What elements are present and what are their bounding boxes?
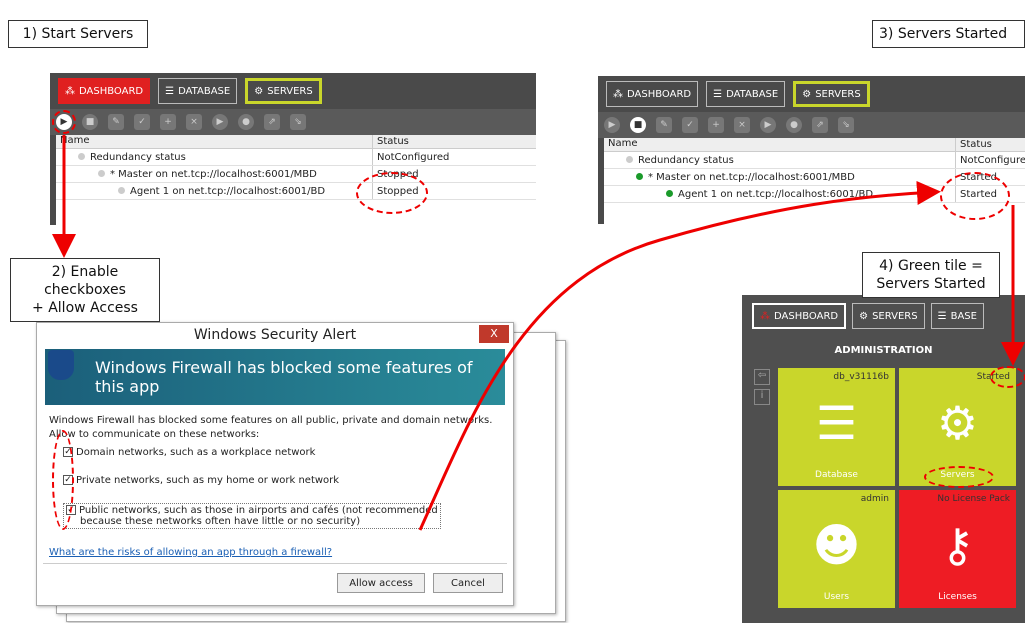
annotation-arrows [52,135,1025,531]
